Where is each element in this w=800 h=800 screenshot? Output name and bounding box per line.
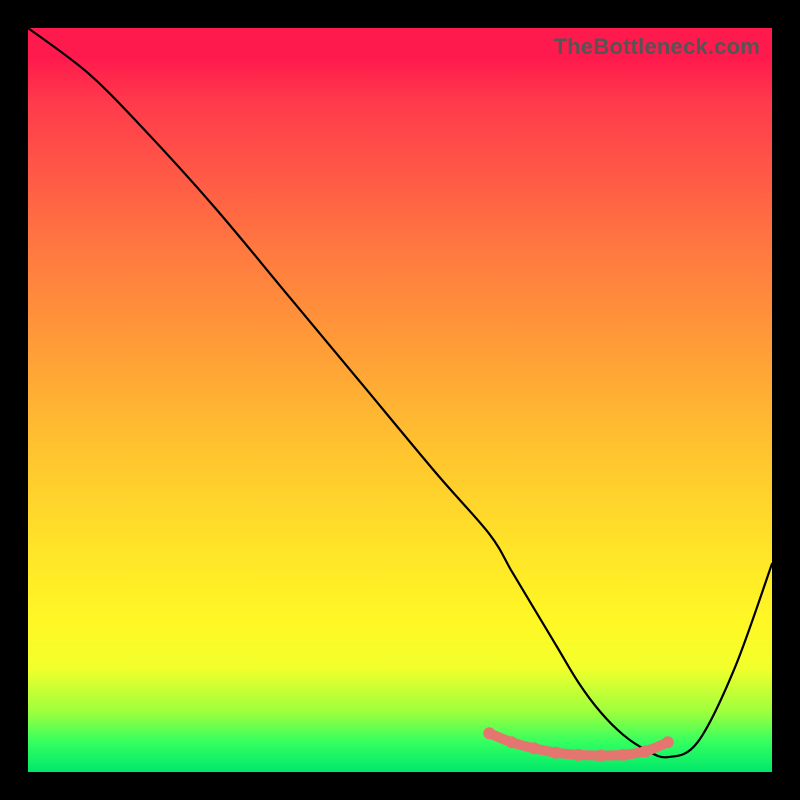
bottleneck-curve-line: [28, 28, 772, 757]
chart-frame: TheBottleneck.com: [0, 0, 800, 800]
plot-area: TheBottleneck.com: [28, 28, 772, 772]
minimum-highlight-dot: [528, 742, 540, 754]
minimum-highlight-dot: [483, 727, 495, 739]
minimum-highlight-dot: [595, 750, 607, 762]
minimum-highlight-dot: [550, 747, 562, 759]
minimum-highlight-dot: [506, 736, 518, 748]
chart-svg: [28, 28, 772, 772]
minimum-highlight-dots: [483, 727, 674, 761]
minimum-highlight-dot: [640, 745, 652, 757]
minimum-highlight-dot: [573, 749, 585, 761]
minimum-highlight-dot: [662, 736, 674, 748]
minimum-highlight-dot: [617, 749, 629, 761]
